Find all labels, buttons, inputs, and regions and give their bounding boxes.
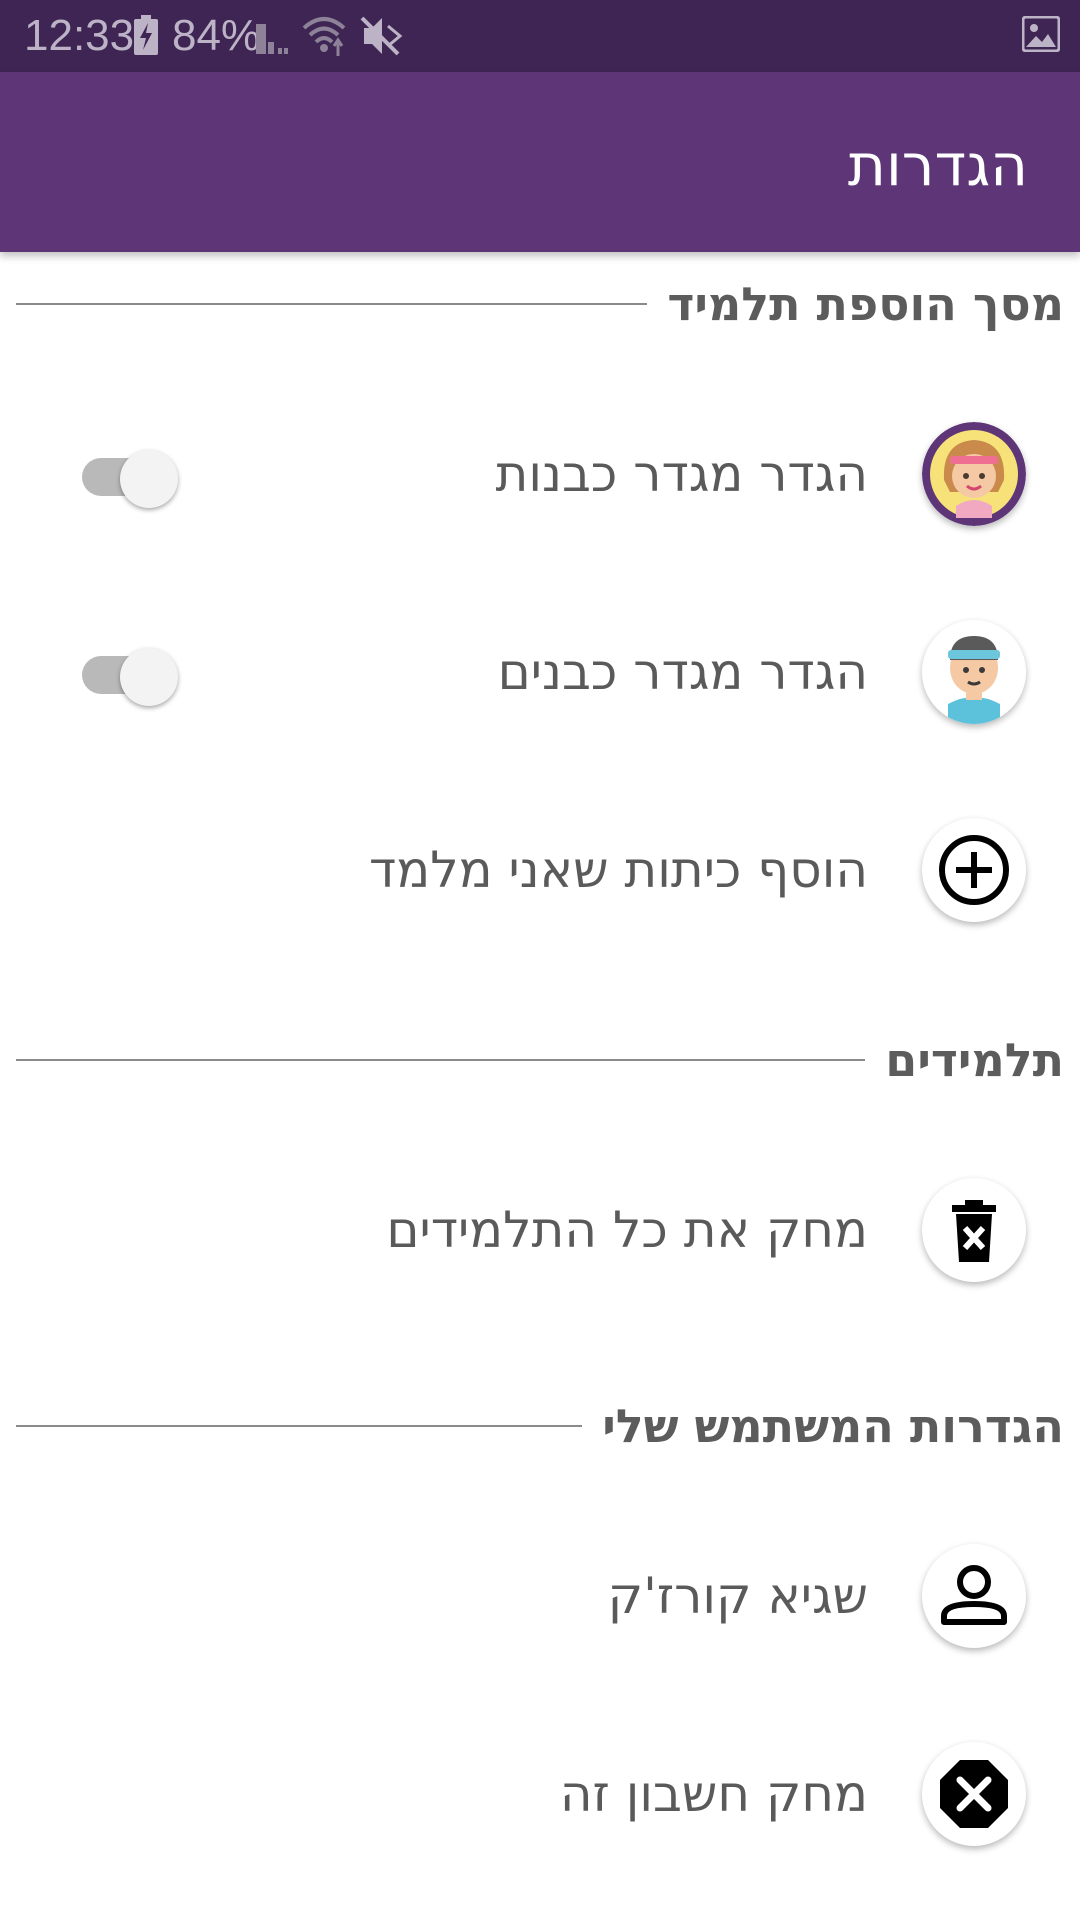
setting-label-boys-gender: הגדר מגדר כבנים [497, 643, 868, 701]
setting-row-girls-gender[interactable]: הגדר מגדר כבנות [0, 414, 1080, 534]
app-bar: הגדרות [0, 72, 1080, 252]
section-divider [16, 303, 648, 305]
section-title: תלמידים [885, 1033, 1064, 1087]
section-title: מסך הוספת תלמיד [667, 277, 1064, 331]
section-title: הגדרות המשתמש שלי [602, 1399, 1064, 1453]
add-circle-icon [922, 818, 1026, 922]
battery-charging-icon [134, 15, 158, 55]
boy-avatar-icon [922, 620, 1026, 724]
person-icon [922, 1544, 1026, 1648]
section-divider [16, 1059, 866, 1061]
girl-avatar-icon [922, 422, 1026, 526]
status-battery: 84% [172, 11, 261, 60]
image-icon [1022, 16, 1060, 52]
section-header-user-settings: הגדרות המשתמש שלי [16, 1396, 1064, 1456]
setting-row-delete-account[interactable]: מחק חשבון זה [0, 1734, 1080, 1854]
section-header-students: תלמידים [16, 1030, 1064, 1090]
toggle-thumb [120, 450, 178, 508]
toggle-thumb [120, 648, 178, 706]
page-title: הגדרות [847, 131, 1028, 199]
status-bar: 12:33 84% [0, 0, 1080, 72]
boys-gender-toggle[interactable] [80, 648, 180, 706]
wifi-icon [302, 17, 346, 56]
setting-row-add-classes[interactable]: הוסף כיתות שאני מלמד [0, 810, 1080, 930]
setting-label-girls-gender: הגדר מגדר כבנות [495, 445, 868, 503]
signal-icon [256, 24, 288, 54]
girls-gender-toggle[interactable] [80, 450, 180, 508]
setting-row-boys-gender[interactable]: הגדר מגדר כבנים [0, 612, 1080, 732]
delete-icon [922, 1178, 1026, 1282]
section-header-add-student: מסך הוספת תלמיד [16, 274, 1064, 334]
mute-icon [360, 16, 403, 56]
setting-label-add-classes: הוסף כיתות שאני מלמד [368, 841, 868, 899]
setting-row-user-name[interactable]: שגיא קורז'ק [0, 1536, 1080, 1656]
status-time: 12:33 [24, 11, 135, 60]
section-divider [16, 1425, 583, 1427]
setting-row-delete-all-students[interactable]: מחק את כל התלמידים [0, 1170, 1080, 1290]
setting-label-delete-account: מחק חשבון זה [559, 1765, 868, 1823]
cancel-icon [922, 1742, 1026, 1846]
setting-label-user-name: שגיא קורז'ק [607, 1567, 868, 1625]
setting-label-delete-all-students: מחק את כל התלמידים [386, 1201, 868, 1259]
